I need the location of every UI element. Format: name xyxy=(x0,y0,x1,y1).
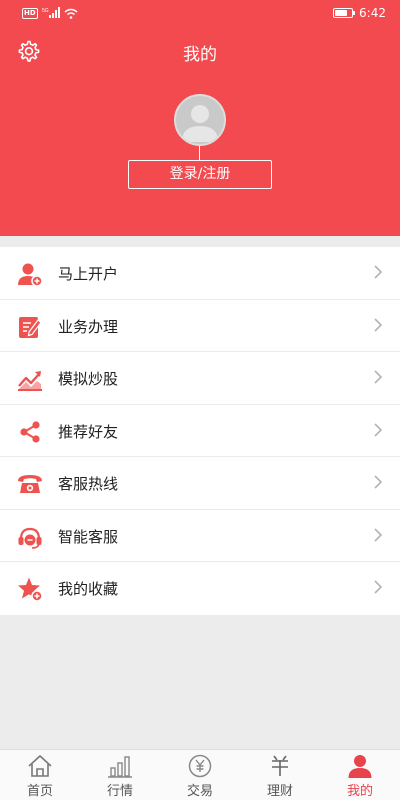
share-icon xyxy=(20,420,40,443)
tab-label: 行情 xyxy=(106,784,133,799)
login-register-button[interactable]: 登录/注册 xyxy=(128,160,272,189)
chevron-right-icon xyxy=(374,370,383,384)
tab-home[interactable]: 首页 xyxy=(0,750,80,800)
menu-item-recommend-friends[interactable]: 推荐好友 xyxy=(0,405,400,457)
status-bar: HD 5G 6:42 xyxy=(0,0,400,28)
menu-list: 马上开户 业务办理 模拟炒股 推荐好友 客服热线 智能客服 我的收藏 xyxy=(0,247,400,615)
chevron-right-icon xyxy=(374,475,383,489)
menu-item-label: 客服热线 xyxy=(58,475,119,493)
menu-item-business[interactable]: 业务办理 xyxy=(0,300,400,352)
menu-item-simulated-trading[interactable]: 模拟炒股 xyxy=(0,352,400,405)
menu-item-label: 智能客服 xyxy=(58,527,119,546)
trend-chart-icon xyxy=(18,371,42,391)
network-type-label: 5G xyxy=(42,8,49,14)
tab-market[interactable]: 行情 xyxy=(80,750,160,800)
menu-item-label: 模拟炒股 xyxy=(58,370,119,388)
battery-icon xyxy=(333,8,356,18)
person-add-icon xyxy=(18,263,43,287)
tab-label: 我的 xyxy=(346,784,373,799)
page-title: 我的 xyxy=(183,45,217,65)
tab-finance[interactable]: 理财 xyxy=(240,750,320,800)
tab-label: 交易 xyxy=(186,784,213,799)
menu-item-label: 马上开户 xyxy=(58,265,119,283)
menu-item-smart-service[interactable]: 智能客服 xyxy=(0,510,400,562)
menu-item-label: 业务办理 xyxy=(58,317,119,336)
menu-item-hotline[interactable]: 客服热线 xyxy=(0,457,400,510)
yuan-coin-icon xyxy=(188,754,212,778)
telephone-icon xyxy=(18,475,42,493)
edit-document-icon xyxy=(19,316,42,338)
star-icon xyxy=(18,577,43,602)
tab-profile[interactable]: 我的 xyxy=(320,750,400,800)
headset-icon xyxy=(18,527,42,549)
bar-chart-icon xyxy=(108,756,132,778)
hd-badge: HD xyxy=(22,7,38,19)
tab-label: 首页 xyxy=(26,784,53,799)
menu-item-label: 推荐好友 xyxy=(58,422,119,441)
menu-item-open-account[interactable]: 马上开户 xyxy=(0,247,400,300)
profile-icon xyxy=(348,755,372,778)
finance-icon xyxy=(272,755,288,776)
chevron-right-icon xyxy=(374,580,383,594)
tab-trade[interactable]: 交易 xyxy=(160,750,240,800)
chevron-right-icon xyxy=(374,265,383,279)
wifi-icon xyxy=(64,8,78,19)
signal-icon: 5G xyxy=(42,7,60,18)
home-icon xyxy=(28,755,52,777)
avatar[interactable] xyxy=(174,94,226,146)
status-time: 6:42 xyxy=(359,6,386,20)
bottom-tab-bar: 首页 行情 交易 理财 我的 xyxy=(0,749,400,800)
chevron-right-icon xyxy=(374,422,383,437)
default-avatar-icon xyxy=(182,105,218,142)
avatar-connector xyxy=(199,146,200,160)
chevron-right-icon xyxy=(374,317,383,332)
menu-item-label: 我的收藏 xyxy=(58,580,119,598)
chevron-right-icon xyxy=(374,527,383,542)
menu-item-favorites[interactable]: 我的收藏 xyxy=(0,562,400,615)
profile-header: HD 5G 6:42 我的 登录/注册 xyxy=(0,0,400,236)
tab-label: 理财 xyxy=(266,784,293,799)
